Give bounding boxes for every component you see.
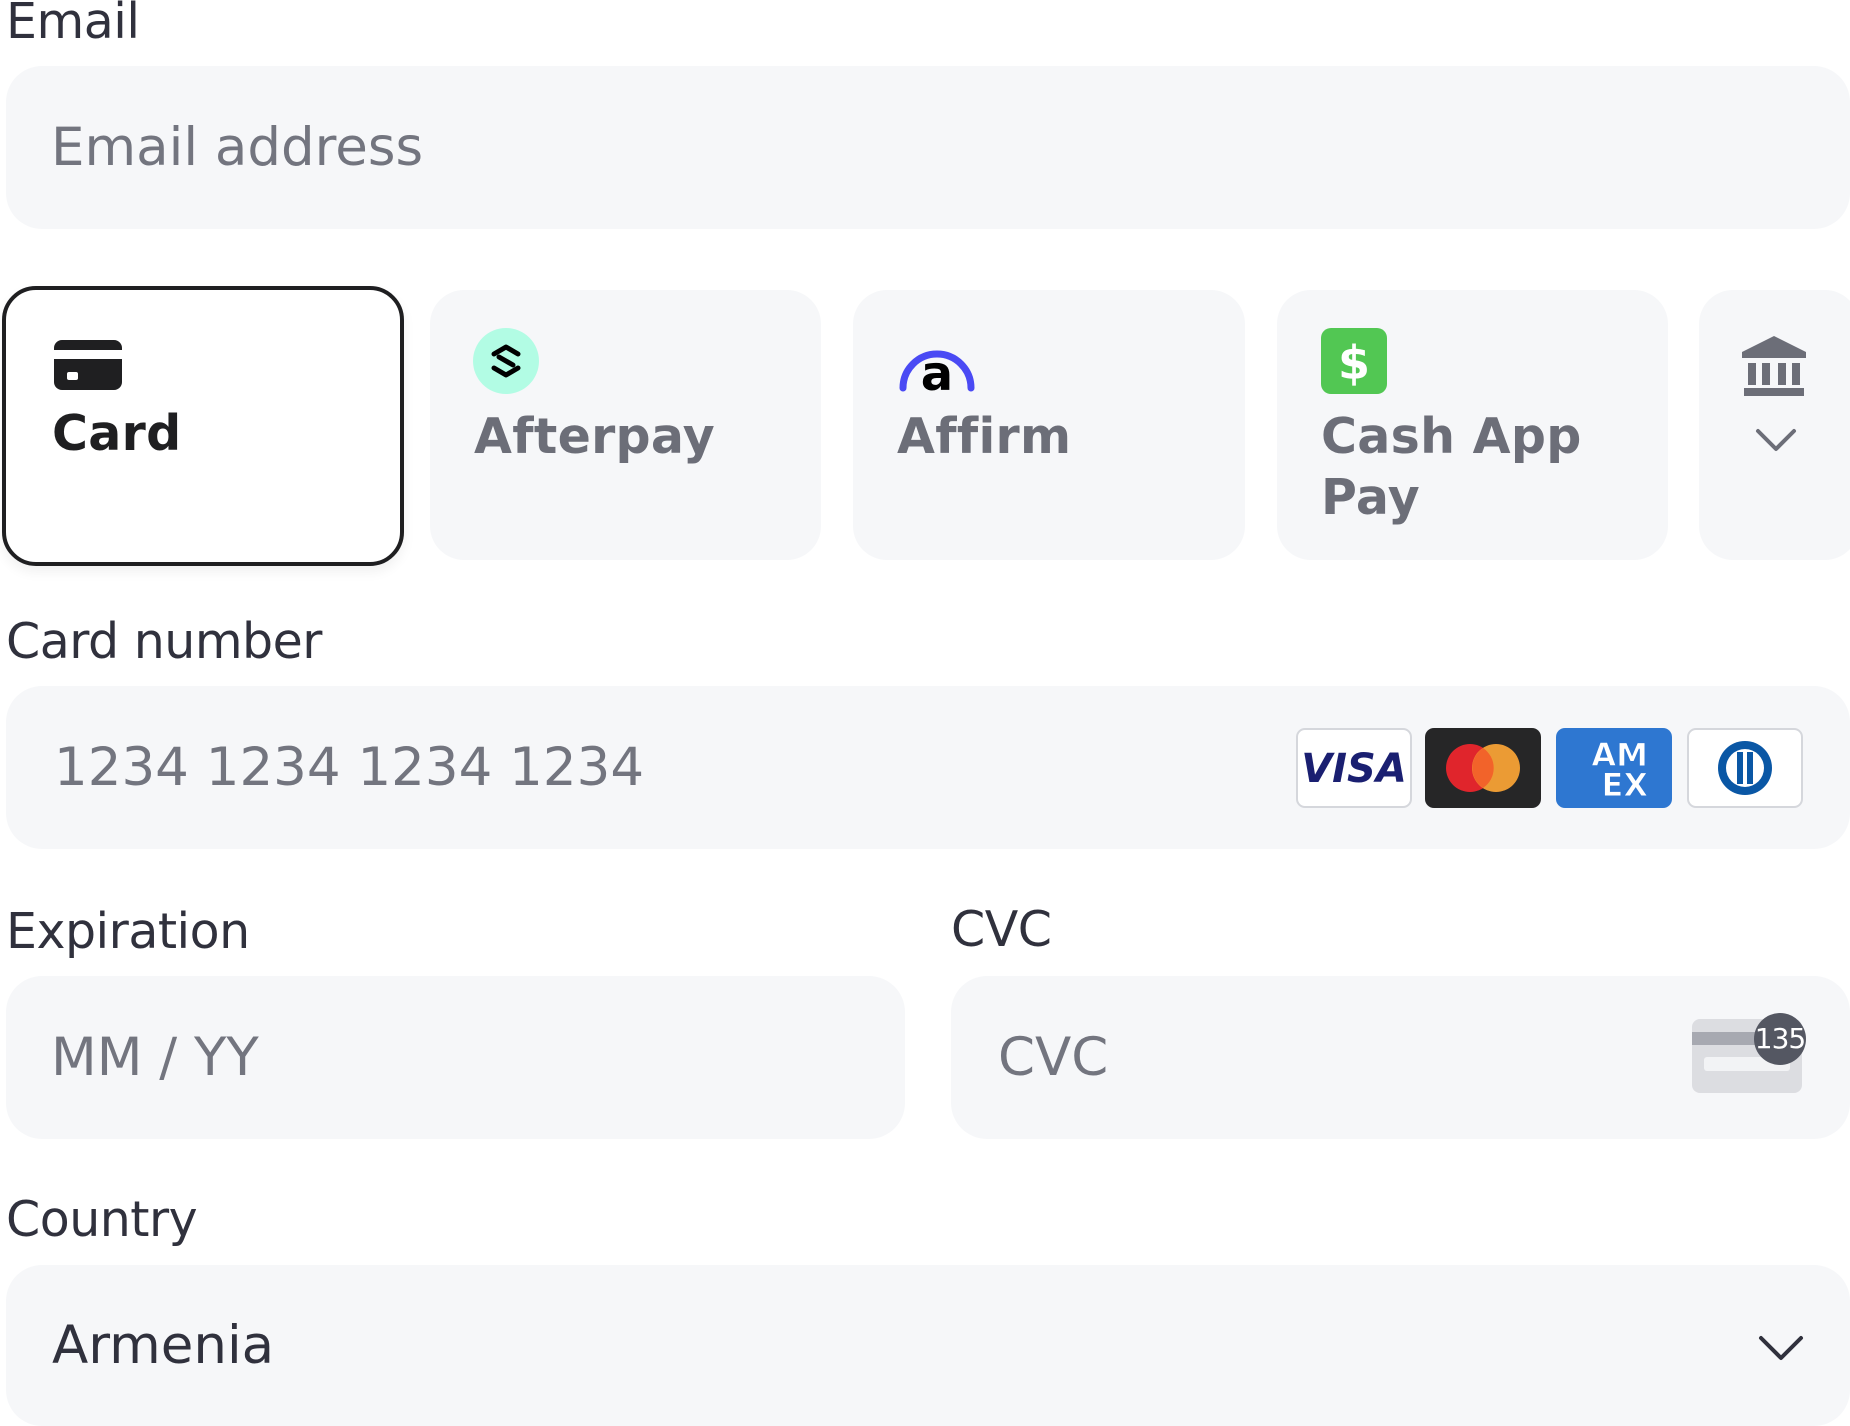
chevron-down-icon[interactable] <box>1757 1333 1805 1367</box>
country-select[interactable]: Armenia <box>6 1265 1850 1426</box>
tab-cash-app-label-1: Cash App <box>1321 408 1582 465</box>
expiration-input[interactable] <box>6 976 905 1139</box>
affirm-icon: a <box>897 328 977 402</box>
amex-icon: AM EX <box>1556 728 1672 808</box>
diners-club-icon <box>1687 728 1803 808</box>
cash-app-icon: $ <box>1321 328 1387 398</box>
cvc-label: CVC <box>951 901 1052 958</box>
mastercard-icon <box>1425 728 1541 808</box>
email-field[interactable] <box>6 66 1850 229</box>
tab-card[interactable]: Card <box>2 286 404 566</box>
tab-affirm[interactable]: a Affirm <box>853 290 1245 560</box>
cvc-field[interactable]: 135 <box>951 976 1850 1139</box>
afterpay-icon <box>473 328 539 398</box>
country-value: Armenia <box>52 1315 275 1376</box>
expiration-label: Expiration <box>6 903 250 960</box>
tab-afterpay[interactable]: Afterpay <box>430 290 821 560</box>
cvc-hint-badge: 135 <box>1754 1013 1806 1065</box>
expiration-field[interactable] <box>6 976 905 1139</box>
card-icon <box>54 340 122 394</box>
card-number-label: Card number <box>6 613 322 670</box>
tab-more-methods[interactable] <box>1699 290 1850 560</box>
tab-afterpay-label: Afterpay <box>474 408 716 465</box>
svg-text:$: $ <box>1338 336 1370 390</box>
cvc-hint-icon: 135 <box>1692 1013 1806 1095</box>
visa-text: VISA <box>1301 746 1407 792</box>
tab-cash-app-pay[interactable]: $ Cash App Pay <box>1277 290 1668 560</box>
tab-cash-app-label-2: Pay <box>1321 469 1420 526</box>
svg-text:EX: EX <box>1601 766 1648 804</box>
email-label: Email <box>6 0 140 50</box>
email-input[interactable] <box>6 66 1850 229</box>
visa-icon: VISA <box>1296 728 1412 808</box>
svg-text:a: a <box>921 346 953 394</box>
country-label: Country <box>6 1191 198 1248</box>
chevron-down-icon[interactable] <box>1755 427 1797 457</box>
bank-icon <box>1742 336 1806 400</box>
payment-form: Email Card Afterpay a <box>0 0 1850 1426</box>
tab-affirm-label: Affirm <box>897 408 1072 465</box>
card-number-field[interactable]: VISA AM EX <box>6 686 1850 849</box>
tab-card-label: Card <box>52 405 182 462</box>
